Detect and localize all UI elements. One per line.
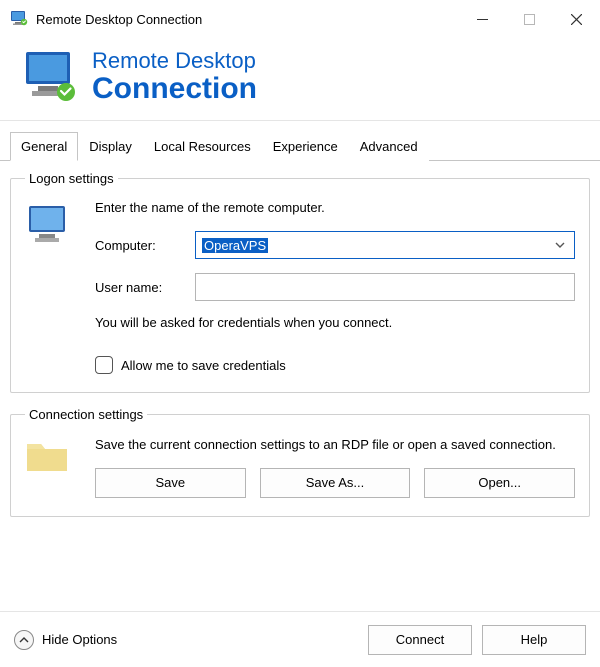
banner-line-2: Connection [92,72,257,105]
tab-advanced[interactable]: Advanced [349,132,429,161]
rdc-icon [20,48,78,106]
computer-combobox[interactable]: OperaVPS [195,231,575,259]
close-button[interactable] [553,0,600,38]
titlebar: Remote Desktop Connection [0,0,600,38]
minimize-button[interactable] [459,0,506,38]
logon-settings-group: Logon settings Enter the name of the rem… [10,171,590,393]
folder-icon [25,436,81,498]
tab-local-resources[interactable]: Local Resources [143,132,262,161]
connection-text: Save the current connection settings to … [95,436,575,454]
open-button[interactable]: Open... [424,468,575,498]
computer-value: OperaVPS [202,238,268,253]
window-title: Remote Desktop Connection [36,12,459,27]
save-button[interactable]: Save [95,468,246,498]
header-banner: Remote Desktop Connection [0,38,600,121]
help-button[interactable]: Help [482,625,586,655]
tab-display[interactable]: Display [78,132,143,161]
app-icon [10,10,28,28]
save-as-button[interactable]: Save As... [260,468,411,498]
tab-experience[interactable]: Experience [262,132,349,161]
options-toggle-label: Hide Options [42,632,117,647]
tab-general[interactable]: General [10,132,78,161]
banner-line-1: Remote Desktop [92,50,257,72]
footer-bar: Hide Options Connect Help [0,611,600,667]
connect-button[interactable]: Connect [368,625,472,655]
computer-icon [25,200,81,374]
allow-save-label: Allow me to save credentials [121,358,286,373]
computer-label: Computer: [95,238,195,253]
logon-intro: Enter the name of the remote computer. [95,200,575,215]
credentials-hint: You will be asked for credentials when y… [95,315,575,330]
maximize-button[interactable] [506,0,553,38]
connection-settings-group: Connection settings Save the current con… [10,407,590,517]
logon-legend: Logon settings [25,171,118,186]
connection-legend: Connection settings [25,407,147,422]
allow-save-checkbox[interactable] [95,356,113,374]
chevron-down-icon [554,239,566,254]
username-input[interactable] [195,273,575,301]
options-toggle[interactable]: Hide Options [14,630,358,650]
chevron-up-icon [14,630,34,650]
tab-strip: General Display Local Resources Experien… [0,131,600,161]
username-label: User name: [95,280,195,295]
